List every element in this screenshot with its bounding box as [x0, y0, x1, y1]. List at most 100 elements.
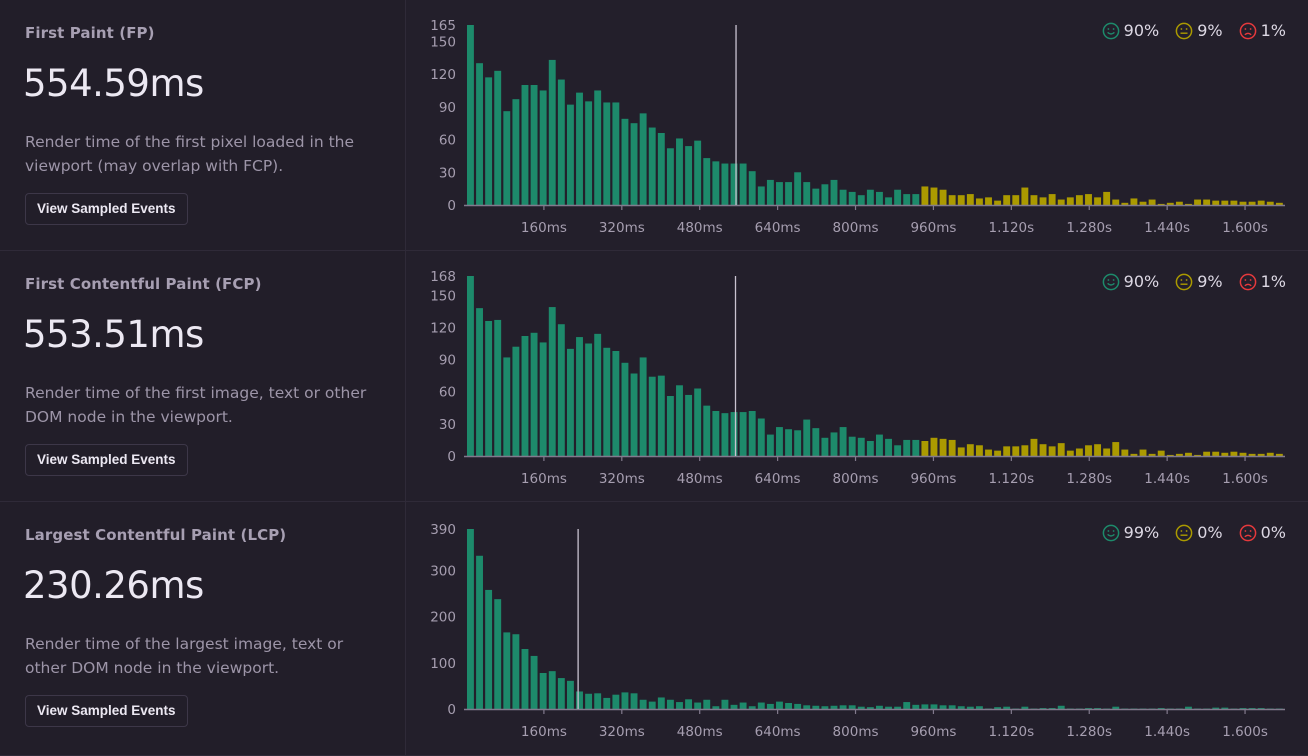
histogram-bar[interactable]	[1266, 201, 1274, 205]
histogram-bar[interactable]	[975, 198, 983, 205]
histogram-bar[interactable]	[566, 680, 574, 709]
histogram-bar[interactable]	[794, 703, 802, 709]
view-sampled-events-button[interactable]: View Sampled Events	[25, 193, 188, 225]
histogram-bar[interactable]	[548, 671, 556, 709]
histogram-bar[interactable]	[1021, 187, 1029, 205]
histogram-bar[interactable]	[803, 182, 811, 205]
histogram-bar[interactable]	[630, 373, 638, 457]
view-sampled-events-button[interactable]: View Sampled Events	[25, 444, 188, 476]
histogram-bar[interactable]	[876, 434, 883, 456]
histogram-bar[interactable]	[1248, 201, 1256, 205]
histogram-bar[interactable]	[994, 450, 1002, 456]
histogram-bar[interactable]	[766, 434, 774, 456]
histogram-bar[interactable]	[1085, 194, 1092, 205]
histogram-bar[interactable]	[1003, 446, 1011, 456]
histogram-bar[interactable]	[975, 706, 983, 709]
histogram-bar[interactable]	[539, 90, 547, 205]
histogram-bar[interactable]	[794, 430, 802, 456]
histogram-bar[interactable]	[885, 706, 892, 709]
histogram-bar[interactable]	[530, 332, 538, 456]
histogram-bar[interactable]	[766, 179, 774, 205]
histogram-bar[interactable]	[739, 412, 747, 456]
histogram-bar[interactable]	[485, 77, 493, 205]
histogram-bar[interactable]	[939, 438, 947, 456]
histogram-bar[interactable]	[639, 357, 647, 456]
histogram-bar[interactable]	[485, 321, 493, 456]
histogram-bar[interactable]	[621, 118, 629, 205]
histogram-bar[interactable]	[1194, 199, 1201, 205]
histogram-bar[interactable]	[503, 357, 511, 456]
histogram-bar[interactable]	[794, 172, 802, 205]
histogram-bar[interactable]	[739, 163, 747, 205]
histogram-bar[interactable]	[467, 276, 474, 456]
histogram-bar[interactable]	[494, 599, 502, 709]
histogram-bar[interactable]	[548, 59, 556, 206]
histogram-bar[interactable]	[748, 411, 756, 456]
histogram-bar[interactable]	[612, 351, 620, 456]
histogram-bar[interactable]	[885, 197, 892, 205]
histogram-bar[interactable]	[1139, 201, 1147, 205]
histogram-bar[interactable]	[894, 445, 902, 456]
histogram-bar[interactable]	[576, 691, 583, 709]
histogram-bar[interactable]	[1057, 705, 1065, 709]
histogram-bar[interactable]	[566, 348, 574, 456]
histogram-bar[interactable]	[585, 101, 593, 205]
histogram-bar[interactable]	[812, 188, 820, 205]
histogram-bar[interactable]	[1266, 452, 1274, 456]
histogram-bar[interactable]	[1003, 706, 1011, 709]
histogram-bar[interactable]	[830, 179, 838, 205]
histogram-bar[interactable]	[948, 705, 956, 709]
histogram-bar[interactable]	[757, 702, 765, 709]
histogram-bar[interactable]	[1185, 452, 1192, 456]
histogram-bar[interactable]	[1239, 452, 1247, 456]
histogram-bar[interactable]	[703, 699, 711, 709]
histogram-bar[interactable]	[1175, 453, 1183, 456]
histogram-bar[interactable]	[612, 694, 620, 709]
histogram-bar[interactable]	[776, 701, 783, 709]
histogram-bar[interactable]	[839, 189, 847, 205]
histogram-bar[interactable]	[639, 113, 647, 205]
histogram-bar[interactable]	[994, 707, 1002, 709]
histogram-bar[interactable]	[1057, 199, 1065, 205]
histogram-bar[interactable]	[830, 705, 838, 709]
histogram-bar[interactable]	[912, 439, 920, 456]
histogram-bar[interactable]	[966, 444, 974, 456]
histogram-bar[interactable]	[1175, 201, 1183, 205]
histogram-bar[interactable]	[503, 111, 511, 205]
histogram-bar[interactable]	[1148, 199, 1156, 205]
histogram-bar[interactable]	[1103, 448, 1111, 457]
histogram-bar[interactable]	[1003, 195, 1011, 205]
histogram-bar[interactable]	[812, 705, 820, 709]
histogram-bar[interactable]	[1257, 200, 1265, 205]
histogram-bar[interactable]	[703, 158, 711, 205]
histogram-bar[interactable]	[821, 184, 829, 205]
histogram-bar[interactable]	[866, 707, 874, 709]
histogram-bar[interactable]	[648, 127, 656, 205]
histogram-bar[interactable]	[757, 186, 765, 205]
histogram-bar[interactable]	[930, 437, 938, 456]
histogram-bar[interactable]	[521, 649, 529, 709]
histogram-bar[interactable]	[1021, 445, 1029, 456]
histogram-bar[interactable]	[630, 693, 638, 709]
histogram-bar[interactable]	[948, 439, 956, 456]
histogram-bar[interactable]	[657, 133, 665, 205]
histogram-bar[interactable]	[1221, 452, 1229, 456]
histogram-bar[interactable]	[712, 161, 720, 205]
histogram-bar[interactable]	[621, 692, 629, 709]
histogram-bar[interactable]	[666, 396, 674, 456]
histogram-bar[interactable]	[1130, 453, 1138, 456]
histogram-bar[interactable]	[730, 412, 738, 456]
histogram-bar[interactable]	[603, 102, 611, 205]
histogram-bar[interactable]	[930, 187, 938, 205]
histogram-bar[interactable]	[1030, 195, 1038, 205]
histogram-bar[interactable]	[1048, 446, 1056, 456]
histogram-bar[interactable]	[548, 307, 556, 456]
histogram-bar[interactable]	[994, 200, 1002, 205]
histogram-bar[interactable]	[585, 343, 593, 457]
histogram-bar[interactable]	[576, 92, 583, 205]
histogram-bar[interactable]	[676, 138, 683, 205]
histogram-bar[interactable]	[776, 182, 783, 205]
histogram-bar[interactable]	[676, 702, 683, 709]
histogram-bar[interactable]	[1185, 706, 1192, 709]
histogram-bar[interactable]	[1030, 438, 1038, 456]
